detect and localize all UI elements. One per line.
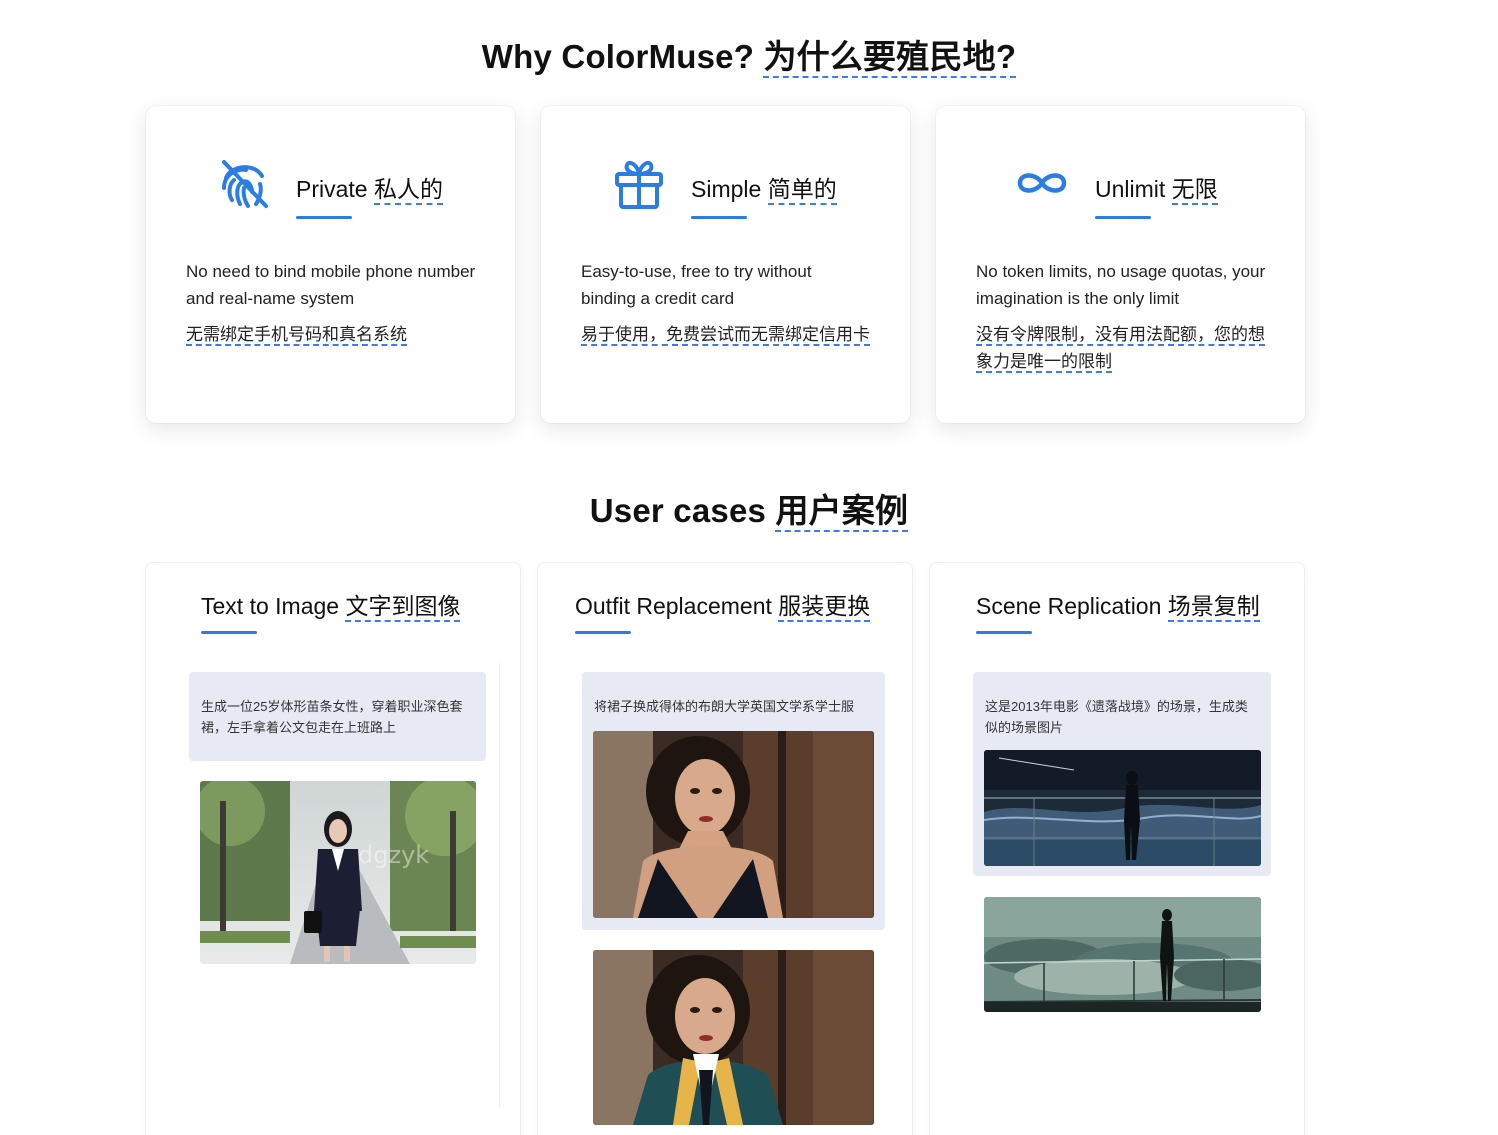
feature-title-zh: 私人的 <box>373 176 443 205</box>
feature-title-zh: 简单的 <box>767 176 837 205</box>
cases-title-en: User cases <box>589 492 767 529</box>
why-title-en: Why ColorMuse? <box>481 38 755 75</box>
accent-underline <box>296 216 352 219</box>
feature-description-en: No need to bind mobile phone number and … <box>186 262 476 308</box>
gift-icon <box>611 156 667 212</box>
result-image-cloud-balcony <box>984 897 1261 1012</box>
feature-card-private: Private 私人的 No need to bind mobile phone… <box>146 106 515 423</box>
fingerprint-off-icon <box>216 156 272 212</box>
image-watermark: dgzyk <box>358 841 429 869</box>
feature-description-en: No token limits, no usage quotas, your i… <box>976 262 1266 308</box>
source-image-woman-black-dress <box>593 731 874 918</box>
feature-description-zh: 易于使用，免费尝试而无需绑定信用卡 <box>581 325 870 346</box>
feature-description-en: Easy-to-use, free to try without binding… <box>581 262 812 308</box>
case-card-text-to-image: Text to Image 文字到图像 生成一位25岁体形苗条女性，穿着职业深色… <box>145 562 521 1135</box>
source-image-oblivion-scene <box>984 750 1261 866</box>
feature-card-simple: Simple 简单的 Easy-to-use, free to try with… <box>541 106 910 423</box>
generated-image-woman-in-suit: dgzyk <box>200 781 476 964</box>
feature-title: Private 私人的 <box>296 170 443 205</box>
prompt-box: 生成一位25岁体形苗条女性，穿着职业深色套裙，左手拿着公文包走在上班路上 <box>189 672 486 761</box>
accent-underline <box>201 631 257 634</box>
case-title: Outfit Replacement 服装更换 <box>575 587 871 622</box>
feature-title-zh: 无限 <box>1171 176 1218 205</box>
scroll-track[interactable] <box>499 663 500 1108</box>
feature-title: Unlimit 无限 <box>1095 170 1218 205</box>
cases-title-zh: 用户案例 <box>775 492 909 532</box>
user-cases-title: User cases 用户案例 <box>0 484 1498 532</box>
feature-card-unlimit: Unlimit 无限 No token limits, no usage quo… <box>936 106 1305 423</box>
case-title: Text to Image 文字到图像 <box>201 587 461 622</box>
feature-title-en: Unlimit <box>1095 176 1166 202</box>
why-title-zh: 为什么要殖民地? <box>763 38 1017 78</box>
feature-title: Simple 简单的 <box>691 170 837 205</box>
feature-description-zh: 无需绑定手机号码和真名系统 <box>186 325 407 346</box>
feature-description-zh: 没有令牌限制，没有用法配额，您的想象力是唯一的限制 <box>976 325 1265 373</box>
accent-underline <box>1095 216 1151 219</box>
case-card-outfit-replacement: Outfit Replacement 服装更换 将裙子换成得体的布朗大学英国文学… <box>537 562 913 1135</box>
why-section-title: Why ColorMuse? 为什么要殖民地? <box>0 30 1498 78</box>
result-image-graduation-gown <box>593 950 874 1125</box>
accent-underline <box>575 631 631 634</box>
feature-title-en: Private <box>296 176 368 202</box>
case-title: Scene Replication 场景复制 <box>976 587 1260 622</box>
case-card-scene-replication: Scene Replication 场景复制 这是2013年电影《遗落战境》的场… <box>929 562 1305 1135</box>
accent-underline <box>691 216 747 219</box>
feature-title-en: Simple <box>691 176 762 202</box>
infinity-icon <box>1014 156 1070 212</box>
accent-underline <box>976 631 1032 634</box>
